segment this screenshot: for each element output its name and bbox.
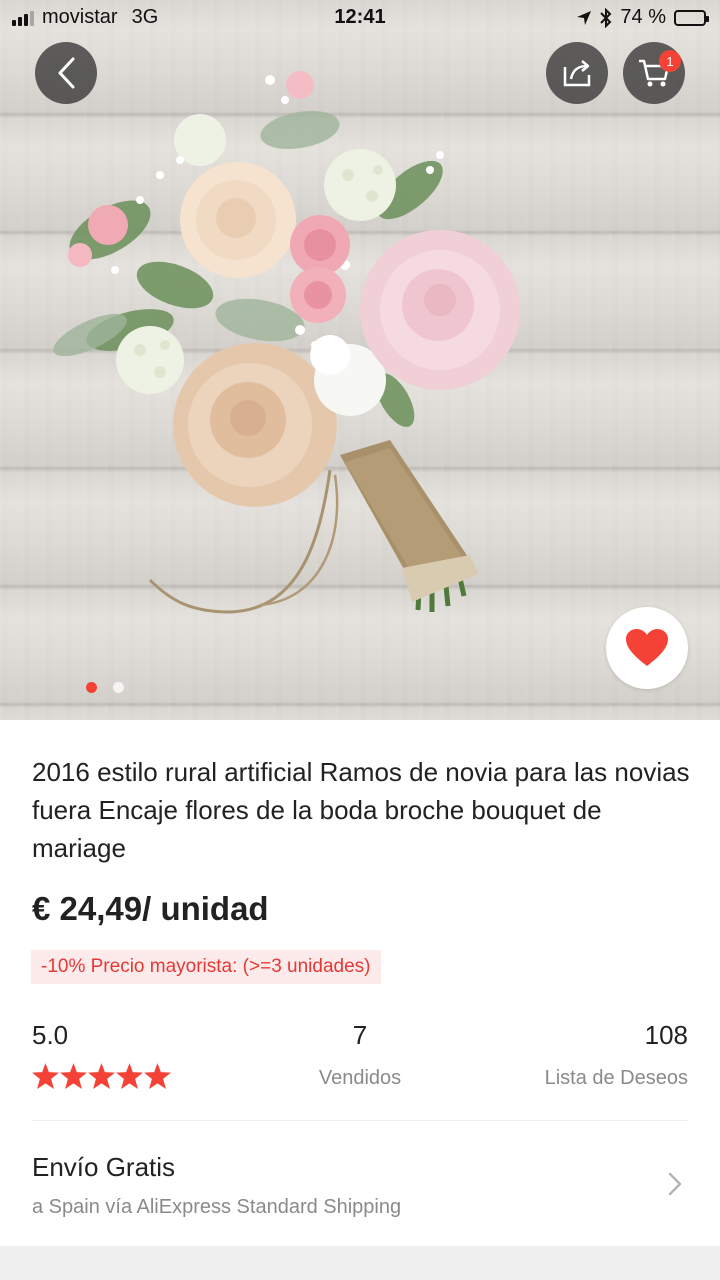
bluetooth-icon [600, 7, 612, 28]
shipping-title: Envío Gratis [32, 1152, 176, 1182]
product-image-gallery[interactable] [0, 0, 720, 720]
product-info-card: 2016 estilo rural artificial Ramos de no… [0, 720, 720, 1246]
chevron-left-icon [58, 57, 75, 89]
battery-icon [674, 9, 709, 26]
shipping-subtitle: a Spain vía AliExpress Standard Shipping [32, 1196, 402, 1218]
wishlist-label: Lista de Deseos [544, 1067, 688, 1089]
product-title: 2016 estilo rural artificial Ramos de no… [32, 757, 690, 863]
battery-percent: 74 % [620, 6, 666, 28]
divider [32, 1120, 688, 1121]
heart-icon [626, 629, 668, 666]
share-icon [563, 60, 591, 87]
wishlist-count: 108 [644, 1020, 688, 1050]
product-stats: 5.0 7 Vendidos 108 Lista de Deseos [32, 1020, 688, 1100]
gallery-pager [86, 682, 124, 693]
wishlist-stat[interactable]: 108 Lista de Deseos [545, 1020, 688, 1090]
cart-count-badge: 1 [659, 50, 681, 72]
bouquet-photo [53, 71, 520, 614]
pager-dot[interactable] [113, 682, 124, 693]
status-bar: movistar 3G 12:41 74 % [0, 0, 720, 36]
product-price: € 24,49/ unidad [32, 890, 269, 927]
section-separator [0, 1246, 720, 1280]
share-button[interactable] [546, 42, 608, 104]
status-right: 74 % [576, 6, 709, 29]
chevron-right-icon [668, 1172, 682, 1196]
favorite-button[interactable] [606, 607, 688, 689]
wholesale-discount-badge: -10% Precio mayorista: (>=3 unidades) [31, 950, 381, 984]
cart-button[interactable]: 1 [623, 42, 685, 104]
pager-dot-active[interactable] [86, 682, 97, 693]
back-button[interactable] [35, 42, 97, 104]
location-arrow-icon [577, 10, 592, 25]
